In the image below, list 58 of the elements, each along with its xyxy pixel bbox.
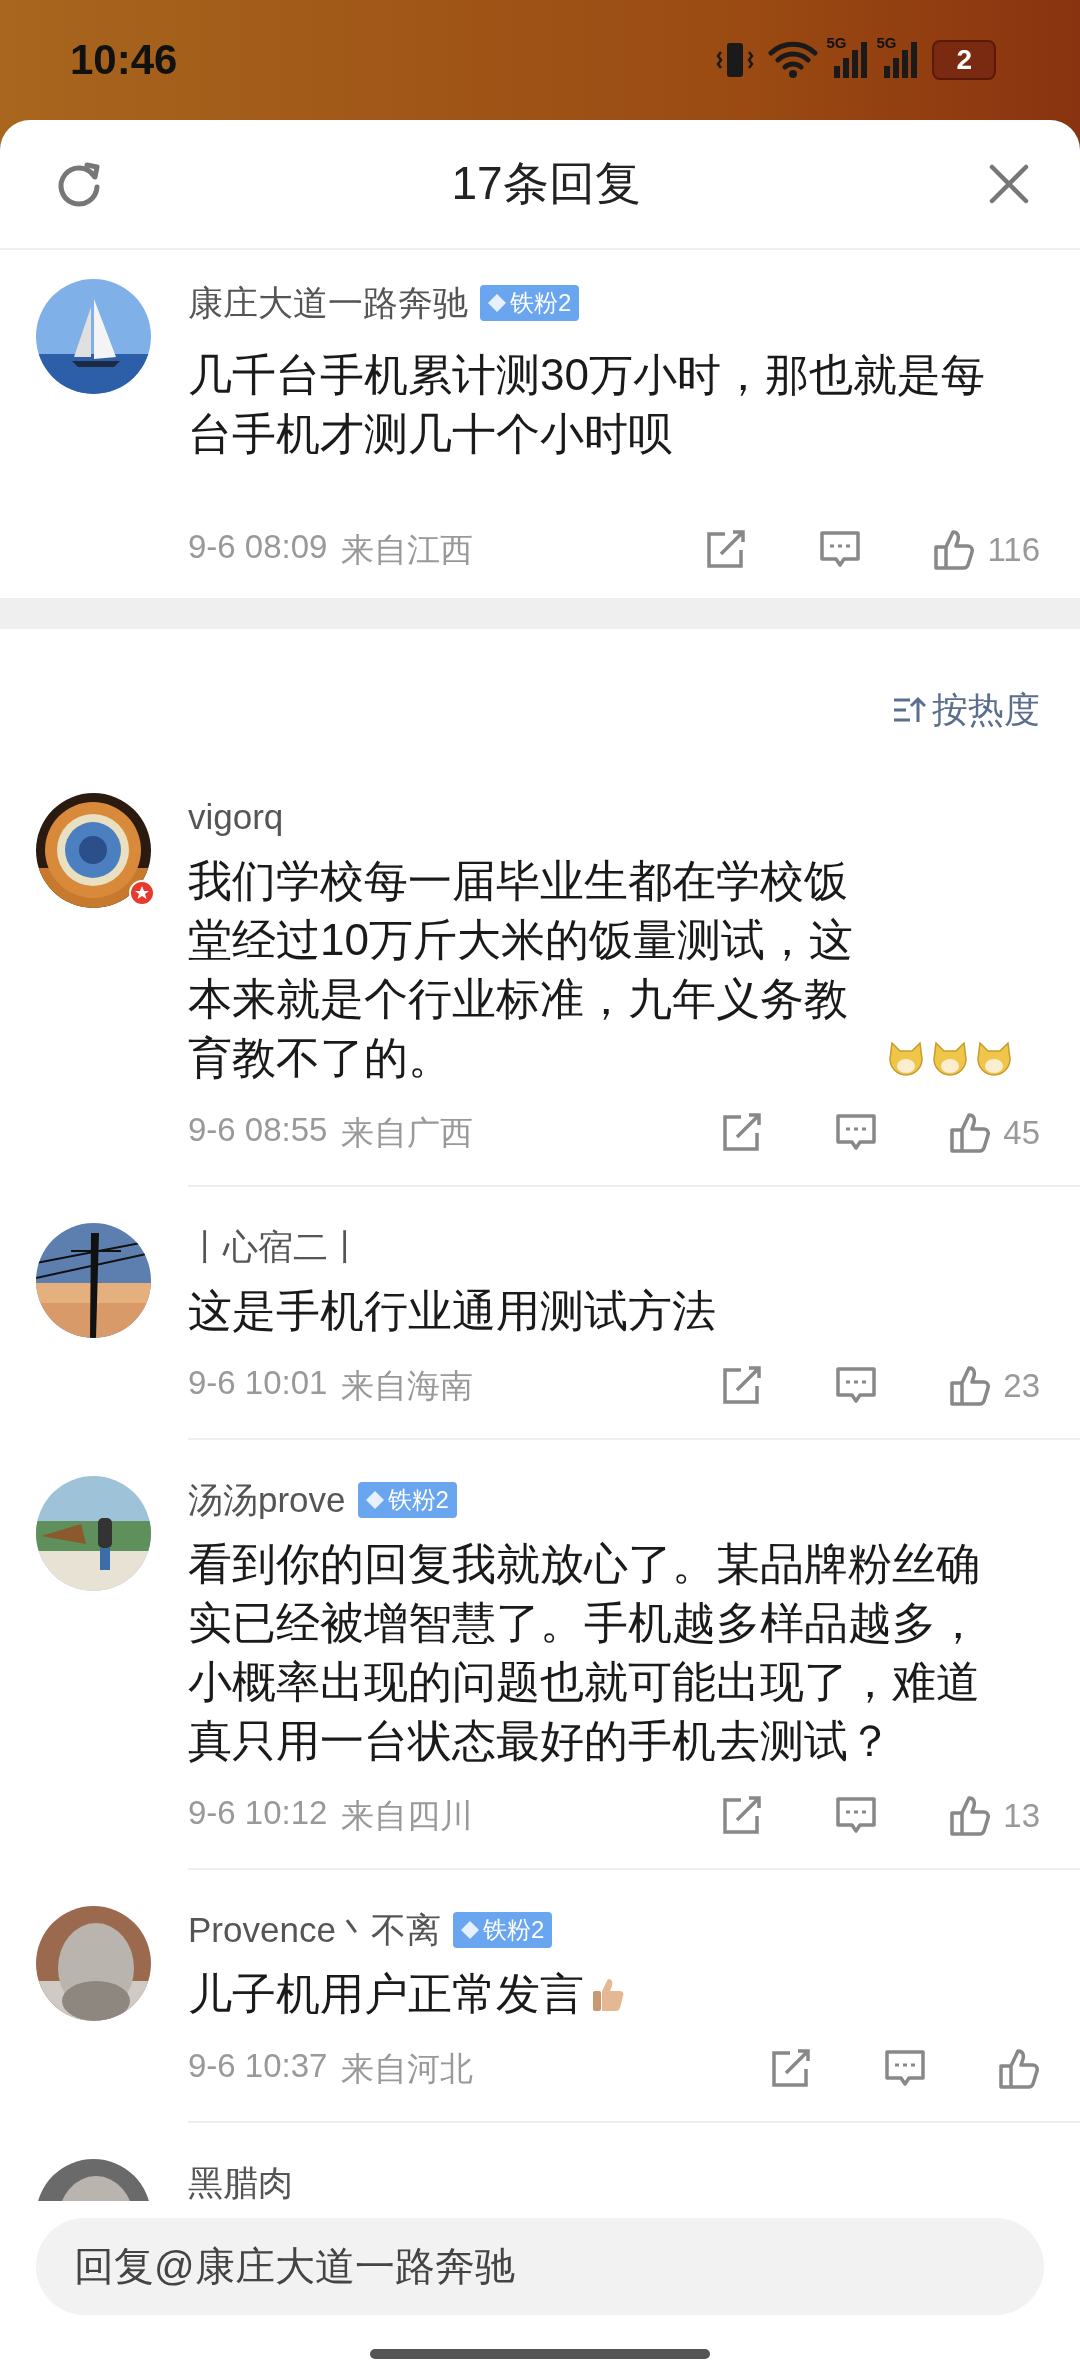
comment-time: 9-6 10:12 — [188, 1793, 328, 1833]
comment-location: 来自四川 — [341, 1795, 474, 1836]
battery-indicator: 2 — [932, 40, 996, 80]
author-name[interactable]: 汤汤prove — [188, 1476, 346, 1524]
share-icon[interactable] — [721, 1796, 764, 1836]
author-name[interactable]: Provence丶不离 — [188, 1906, 441, 1954]
author-name[interactable]: 康庄大道一路奔驰 — [188, 279, 468, 327]
thumbs-up-icon[interactable] — [949, 1112, 992, 1154]
comment-text: 几千台手机累计测30万小时，那也就是每台手机才测几十个小时呗 — [188, 349, 986, 460]
author-name[interactable]: vigorq — [188, 797, 284, 837]
comment-location: 来自广西 — [341, 1112, 474, 1153]
dog-sticker-icon — [886, 1039, 926, 1079]
dog-sticker-icon — [974, 1039, 1014, 1079]
comment-text: 儿子机用户正常发言 — [188, 1968, 584, 2020]
comment-icon[interactable] — [819, 530, 862, 570]
thumbs-up-icon[interactable] — [949, 1365, 992, 1407]
close-icon[interactable] — [988, 163, 1030, 205]
badge-label: 铁粉2 — [387, 1485, 449, 1515]
network-label: 5G — [876, 34, 897, 51]
comment-time: 9-6 08:55 — [188, 1110, 328, 1150]
vibrate-icon — [716, 40, 755, 80]
comment-icon[interactable] — [884, 2049, 926, 2089]
author-name[interactable]: 丨心宿二丨 — [188, 1223, 363, 1271]
sort-button[interactable]: 按热度 — [892, 685, 1040, 735]
sort-icon — [892, 695, 926, 725]
badge-label: 铁粉2 — [482, 1915, 545, 1945]
network-label: 5G — [826, 34, 847, 51]
thumbs-up-icon[interactable] — [949, 1795, 992, 1837]
comment-text: 我们学校每一届毕业生都在学校饭堂经过10万斤大米的饭量测试，这本来就是个行业标准，九年义务教育教不了的。 — [188, 855, 854, 1084]
share-icon[interactable] — [705, 530, 748, 570]
comment-time: 9-6 10:01 — [188, 1363, 328, 1403]
status-time: 10:46 — [70, 36, 178, 84]
reply-input-field[interactable]: 回复@康庄大道一路奔驰 — [36, 2218, 1044, 2315]
share-icon[interactable] — [770, 2049, 812, 2089]
comment-location: 来自江西 — [341, 529, 474, 570]
badge-label: 铁粉2 — [510, 288, 572, 318]
comment-icon[interactable] — [835, 1366, 878, 1406]
wifi-icon — [768, 41, 819, 79]
like-count: 116 — [987, 531, 1040, 569]
comment-time: 9-6 08:09 — [188, 527, 328, 567]
like-count: 23 — [1003, 1367, 1040, 1405]
comment-location: 来自海南 — [341, 1365, 474, 1406]
share-icon[interactable] — [721, 1366, 764, 1406]
diamond-icon — [486, 292, 508, 314]
like-count: 13 — [1003, 1797, 1040, 1835]
comment-text: 这是手机行业通用测试方法 — [188, 1285, 716, 1337]
comment-icon[interactable] — [835, 1796, 878, 1836]
comment-location: 来自河北 — [341, 2048, 474, 2089]
comment-time: 9-6 10:37 — [188, 2046, 328, 2086]
comment-icon[interactable] — [835, 1113, 878, 1153]
thumbs-up-icon[interactable] — [933, 529, 976, 571]
thumbs-up-icon[interactable] — [998, 2048, 1040, 2090]
share-icon[interactable] — [721, 1113, 764, 1153]
sheet-title: 17条回复 — [451, 156, 641, 211]
comment-text: 看到你的回复我就放心了。某品牌粉丝确实已经被增智慧了。手机越多样品越多，小概率出现的问题也就可能出现了，难道真只用一台状态最好的手机去测试？ — [188, 1538, 981, 1767]
author-name[interactable]: 黑腊肉 — [188, 2159, 293, 2201]
like-count: 45 — [1003, 1114, 1040, 1152]
dog-sticker-icon — [930, 1039, 970, 1079]
